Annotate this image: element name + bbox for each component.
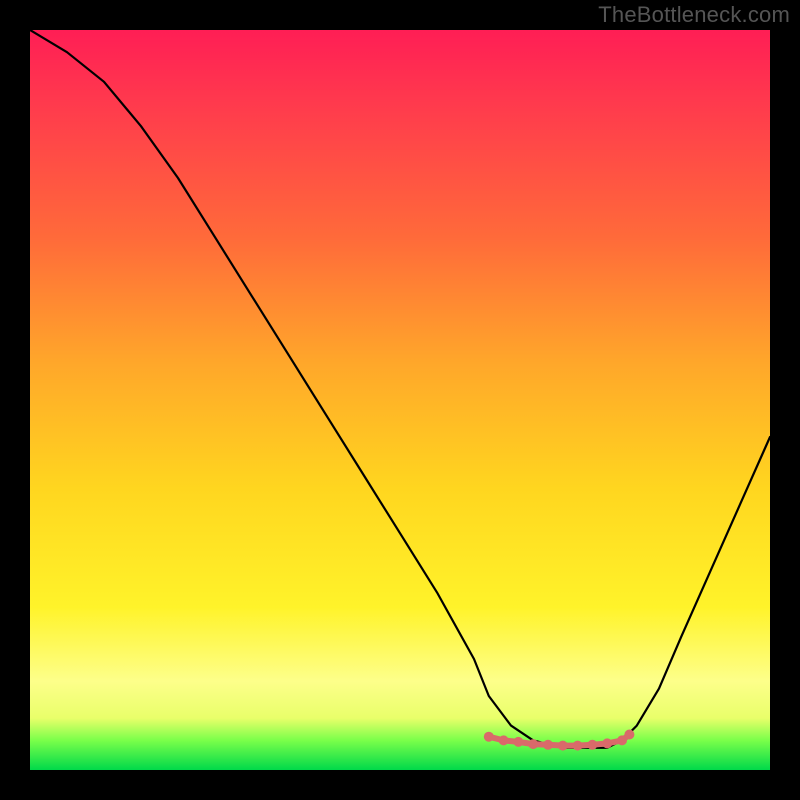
watermark-text: TheBottleneck.com <box>598 2 790 28</box>
chart-frame: TheBottleneck.com <box>0 0 800 800</box>
bottom-marker-group <box>484 730 635 751</box>
marker-dot <box>624 730 634 740</box>
plot-area <box>30 30 770 770</box>
chart-svg <box>30 30 770 770</box>
main-curve-path <box>30 30 770 748</box>
